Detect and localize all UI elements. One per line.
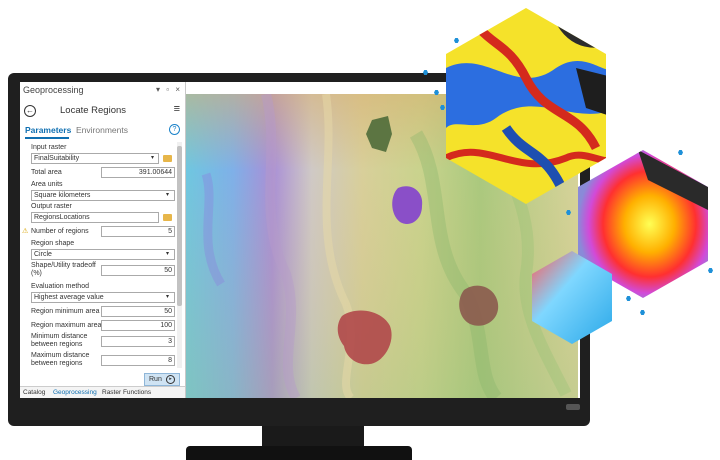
min-distance-label: Minimum distance between regions: [31, 333, 88, 348]
region-min-area-label: Region minimum area: [31, 308, 100, 315]
back-arrow-icon[interactable]: ←: [24, 105, 36, 117]
min-distance-field[interactable]: 3: [101, 336, 175, 347]
chevron-down-icon[interactable]: ▾: [166, 250, 169, 257]
decor-dot: [708, 268, 713, 273]
total-area-label: Total area: [31, 169, 62, 176]
decor-dot: [640, 310, 645, 315]
region-shape-label: Region shape: [31, 240, 75, 247]
folder-icon[interactable]: [163, 214, 172, 221]
menu-icon[interactable]: ≡: [174, 103, 180, 115]
region-shape-select[interactable]: Circle: [31, 249, 175, 260]
region-max-area-label: Region maximum area: [31, 322, 102, 329]
shape-tradeoff-field[interactable]: 50: [101, 265, 175, 276]
output-raster-label: Output raster: [31, 203, 72, 210]
region-purple: [392, 186, 423, 225]
tab-raster-functions[interactable]: Raster Functions: [102, 389, 151, 396]
evaluation-method-select[interactable]: Highest average value: [31, 292, 175, 303]
geoprocessing-panel: Geoprocessing ▾ ▫ × ← Locate Regions ≡ P…: [20, 82, 186, 398]
number-of-regions-label: Number of regions: [31, 228, 89, 235]
parameters-list: Input raster FinalSuitability ▾ Total ar…: [20, 142, 185, 368]
area-units-select[interactable]: Square kilometers: [31, 190, 175, 201]
help-icon[interactable]: ?: [169, 124, 180, 135]
region-max-area-field[interactable]: 100: [101, 320, 175, 331]
window-controls[interactable]: ▾ ▫ ×: [156, 85, 182, 94]
area-units-label: Area units: [31, 181, 63, 188]
run-icon[interactable]: ▸: [166, 375, 175, 384]
input-raster-field[interactable]: FinalSuitability: [31, 153, 159, 164]
tool-title: Locate Regions: [60, 105, 127, 116]
tab-parameters[interactable]: Parameters: [25, 125, 71, 135]
chevron-down-icon[interactable]: ▾: [166, 293, 169, 300]
warning-icon: ⚠: [22, 228, 29, 235]
total-area-field[interactable]: 391.00644: [101, 167, 175, 178]
active-tab-indicator: [25, 137, 69, 139]
scrollbar-thumb[interactable]: [177, 146, 182, 306]
input-raster-label: Input raster: [31, 144, 67, 151]
panel-title: Geoprocessing: [23, 85, 84, 95]
shape-tradeoff-label: Shape/Utility tradeoff (%): [31, 262, 96, 277]
max-distance-label: Maximum distance between regions: [31, 352, 90, 367]
output-raster-field[interactable]: RegionsLocations: [31, 212, 159, 223]
bottom-tab-bar: Catalog Geoprocessing Raster Functions: [20, 386, 185, 398]
tab-catalog[interactable]: Catalog: [23, 389, 45, 396]
chevron-down-icon[interactable]: ▾: [151, 154, 154, 161]
region-min-area-field[interactable]: 50: [101, 306, 175, 317]
monitor-base: [186, 446, 412, 460]
tab-geoprocessing[interactable]: Geoprocessing: [53, 389, 97, 396]
chevron-down-icon[interactable]: ▾: [166, 191, 169, 198]
evaluation-method-label: Evaluation method: [31, 283, 89, 290]
number-of-regions-field[interactable]: 5: [101, 226, 175, 237]
max-distance-field[interactable]: 8: [101, 355, 175, 366]
monitor-neck: [262, 426, 364, 448]
tab-environments[interactable]: Environments: [76, 125, 128, 135]
monitor-logo: [566, 404, 580, 410]
folder-icon[interactable]: [163, 155, 172, 162]
hex-small-image: [532, 251, 612, 344]
